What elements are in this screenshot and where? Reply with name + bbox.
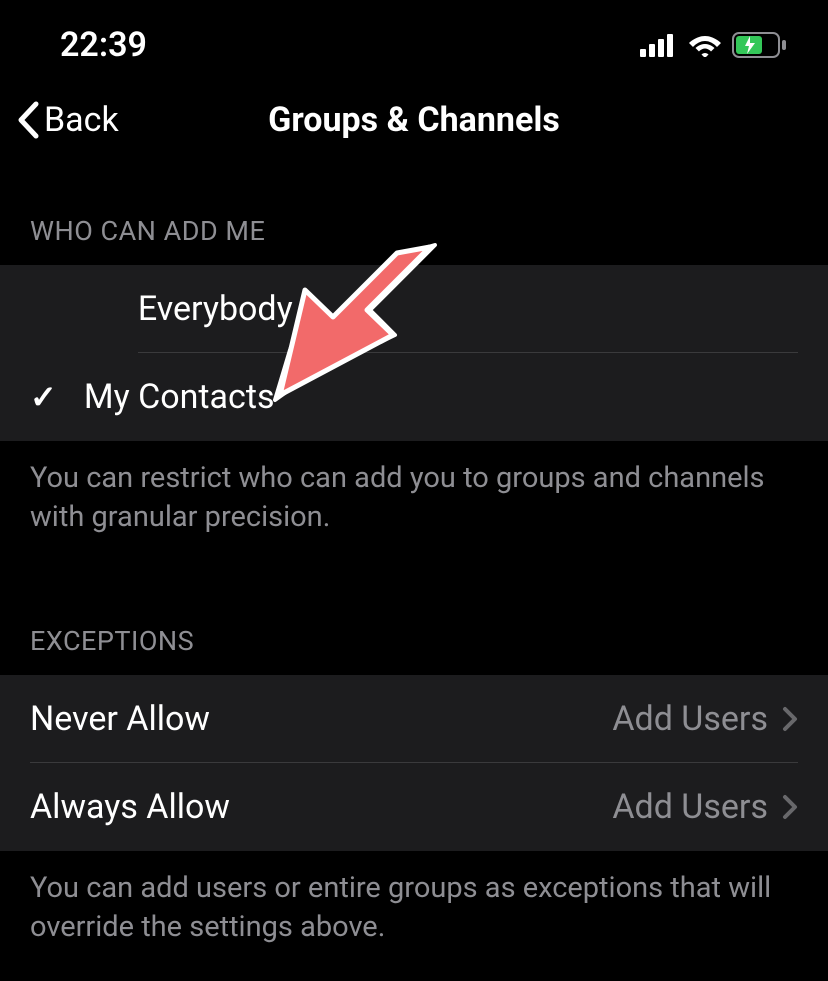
exception-label: Always Allow <box>30 787 612 827</box>
who-can-add-list: Everybody ✓ My Contacts <box>0 265 828 441</box>
exception-always-allow[interactable]: Always Allow Add Users <box>0 763 828 851</box>
battery-icon <box>732 32 788 58</box>
section-header-exceptions: EXCEPTIONS <box>0 555 828 675</box>
section-header-who-can-add: WHO CAN ADD ME <box>0 165 828 265</box>
section-footer-exceptions: You can add users or entire groups as ex… <box>0 851 828 965</box>
exceptions-list: Never Allow Add Users Always Allow Add U… <box>0 675 828 851</box>
cellular-icon <box>640 33 678 57</box>
status-time: 22:39 <box>60 25 147 65</box>
exception-value: Add Users <box>612 787 768 827</box>
wifi-icon <box>688 33 722 57</box>
chevron-right-icon <box>782 706 798 732</box>
option-my-contacts[interactable]: ✓ My Contacts <box>0 353 828 441</box>
chevron-left-icon <box>16 101 40 139</box>
status-bar: 22:39 <box>0 0 828 85</box>
exception-never-allow[interactable]: Never Allow Add Users <box>0 675 828 763</box>
back-label: Back <box>44 100 119 140</box>
option-label: Everybody <box>138 289 798 329</box>
chevron-right-icon <box>782 794 798 820</box>
checkmark-icon: ✓ <box>30 378 57 416</box>
section-footer-who-can-add: You can restrict who can add you to grou… <box>0 441 828 555</box>
option-label: My Contacts <box>84 377 798 417</box>
back-button[interactable]: Back <box>16 100 119 140</box>
navigation-bar: Back Groups & Channels <box>0 85 828 165</box>
option-everybody[interactable]: Everybody <box>0 265 828 353</box>
status-indicators <box>640 32 788 58</box>
exception-value: Add Users <box>612 699 768 739</box>
exception-label: Never Allow <box>30 699 612 739</box>
page-title: Groups & Channels <box>268 100 560 140</box>
